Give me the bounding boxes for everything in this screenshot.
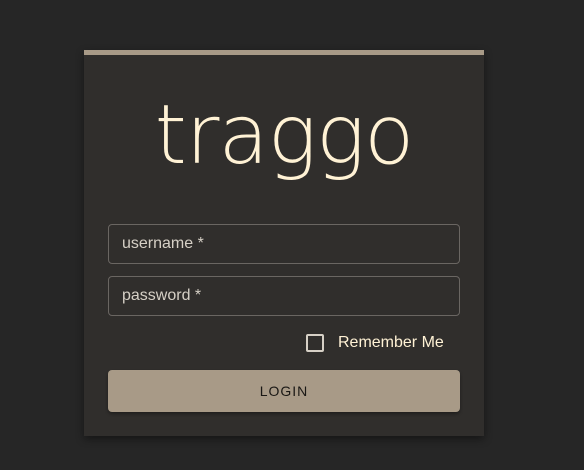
remember-me-label[interactable]: Remember Me [338, 334, 444, 352]
remember-me-toggle[interactable]: Remember Me [306, 332, 444, 354]
remember-me-checkbox[interactable] [306, 334, 324, 352]
username-input[interactable] [109, 225, 459, 263]
username-field[interactable] [108, 224, 460, 264]
login-button[interactable]: LOGIN [108, 370, 460, 412]
app-logo: traggo [154, 88, 415, 183]
password-field[interactable] [108, 276, 460, 316]
login-card: traggo Remember Me LOGIN [84, 50, 484, 436]
password-input[interactable] [109, 277, 459, 315]
